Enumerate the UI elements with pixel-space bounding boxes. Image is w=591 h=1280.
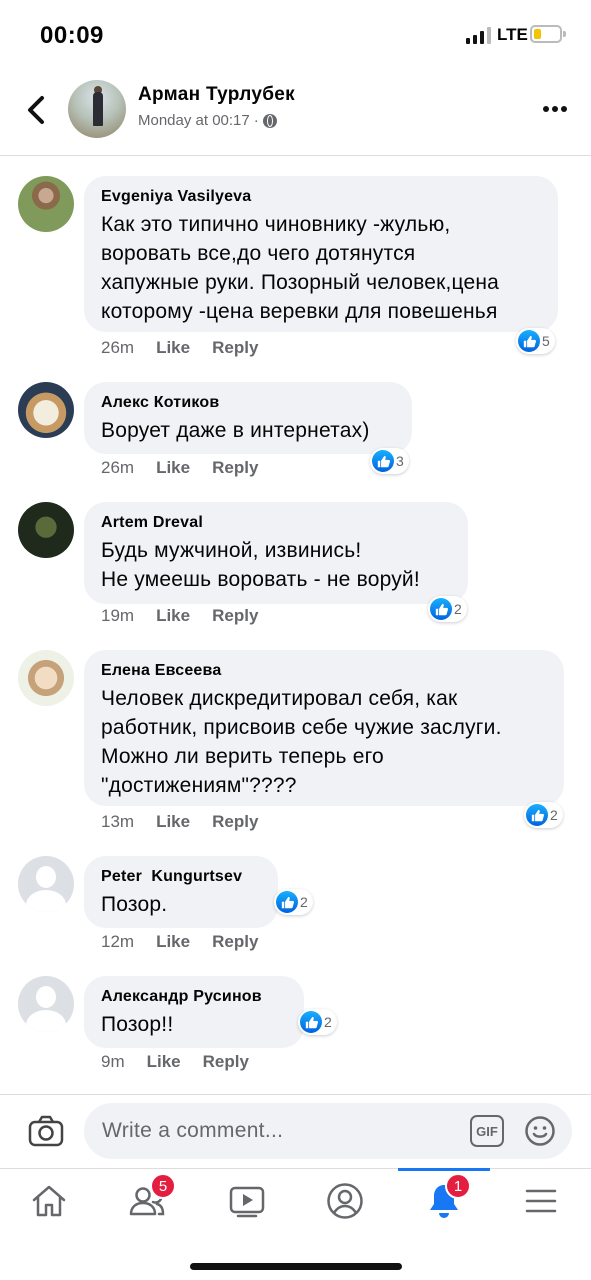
more-options-icon[interactable] <box>543 106 567 112</box>
reply-button[interactable]: Reply <box>212 812 258 832</box>
friends-badge: 5 <box>150 1173 176 1199</box>
like-reaction-icon <box>276 891 298 913</box>
commenter-avatar[interactable] <box>18 176 74 232</box>
comment-text: Позор. <box>101 893 168 916</box>
reply-button[interactable]: Reply <box>203 1052 249 1072</box>
like-button[interactable]: Like <box>147 1052 181 1072</box>
comment-actions: 9m Like Reply <box>101 1052 249 1072</box>
like-reaction-icon <box>372 450 394 472</box>
comment-author[interactable]: Artem Dreval <box>101 514 452 532</box>
emoji-icon[interactable] <box>524 1115 556 1147</box>
tab-menu[interactable] <box>516 1181 566 1221</box>
reply-button[interactable]: Reply <box>212 606 258 626</box>
comment-author[interactable]: Evgeniya Vasilyeva <box>101 188 542 206</box>
comment-input[interactable]: Write a comment... GIF <box>84 1103 572 1159</box>
comment-time[interactable]: 9m <box>101 1052 125 1072</box>
comment-composer: Write a comment... GIF <box>0 1094 591 1168</box>
comment-author[interactable]: Елена Евсеева <box>101 662 548 680</box>
post-meta: Monday at 00:17 · <box>138 112 277 129</box>
post-timestamp[interactable]: Monday at 00:17 <box>138 112 250 129</box>
comment-text: Ворует даже в интернетах) <box>101 419 370 442</box>
comment-time[interactable]: 26m <box>101 458 134 478</box>
watch-icon <box>229 1186 265 1218</box>
comment-bubble[interactable]: Artem Dreval Будь мужчиной, извинись! Не… <box>84 502 468 604</box>
menu-icon <box>525 1189 557 1213</box>
like-button[interactable]: Like <box>156 338 190 358</box>
gif-icon[interactable]: GIF <box>470 1115 504 1147</box>
comment-actions: 26m Like Reply <box>101 458 258 478</box>
notifications-badge: 1 <box>445 1173 471 1199</box>
comment-text: Позор!! <box>101 1013 174 1036</box>
reaction-count[interactable]: 2 <box>428 596 467 622</box>
profile-icon <box>327 1183 363 1219</box>
battery-icon <box>530 25 562 43</box>
meta-separator: · <box>253 112 259 129</box>
author-name[interactable]: Арман Турлубек <box>138 84 295 106</box>
comment-author[interactable]: Александр Русинов <box>101 988 288 1006</box>
commenter-avatar[interactable] <box>18 650 74 706</box>
like-reaction-icon <box>300 1011 322 1033</box>
comment-bubble[interactable]: Алекс Котиков Ворует даже в интернетах) <box>84 382 412 454</box>
comment-text: Будь мужчиной, извинись! Не умеешь воров… <box>101 539 420 591</box>
reply-button[interactable]: Reply <box>212 338 258 358</box>
signal-icon <box>466 26 491 44</box>
comment-time[interactable]: 26m <box>101 338 134 358</box>
comment-actions: 19m Like Reply <box>101 606 258 626</box>
reply-button[interactable]: Reply <box>212 458 258 478</box>
like-reaction-icon <box>430 598 452 620</box>
status-bar: 00:09 LTE <box>0 0 591 70</box>
home-indicator <box>190 1263 402 1270</box>
tab-notifications[interactable]: 1 <box>419 1173 471 1221</box>
default-avatar-icon[interactable] <box>18 856 74 912</box>
comment-bubble[interactable]: Александр Русинов Позор!! <box>84 976 304 1048</box>
reaction-count[interactable]: 2 <box>524 802 563 828</box>
network-label: LTE <box>497 25 528 44</box>
back-arrow-icon[interactable] <box>24 92 50 128</box>
comment-text: Как это типично чиновнику -жулью, ворова… <box>101 213 500 323</box>
comment-actions: 13m Like Reply <box>101 812 258 832</box>
status-time: 00:09 <box>40 22 104 49</box>
tab-watch[interactable] <box>222 1181 272 1221</box>
reaction-count[interactable]: 2 <box>298 1009 337 1035</box>
post-header: Арман Турлубек Monday at 00:17 · <box>0 70 591 156</box>
comment-actions: 12m Like Reply <box>101 932 258 952</box>
tab-profile[interactable] <box>320 1181 370 1221</box>
reaction-count[interactable]: 2 <box>274 889 313 915</box>
tab-friends[interactable]: 5 <box>122 1173 176 1221</box>
globe-icon <box>262 113 277 128</box>
default-avatar-icon[interactable] <box>18 976 74 1032</box>
commenter-avatar[interactable] <box>18 502 74 558</box>
reply-button[interactable]: Reply <box>212 932 258 952</box>
like-button[interactable]: Like <box>156 812 190 832</box>
comment-author[interactable]: Алекс Котиков <box>101 394 396 412</box>
camera-icon[interactable] <box>28 1115 64 1147</box>
commenter-avatar[interactable] <box>18 382 74 438</box>
comment-bubble[interactable]: Peter Kungurtsev Позор. <box>84 856 278 928</box>
comment-author[interactable]: Peter Kungurtsev <box>101 868 262 886</box>
comment-bubble[interactable]: Evgeniya Vasilyeva Как это типично чинов… <box>84 176 558 332</box>
battery-cap <box>563 31 566 37</box>
active-tab-indicator <box>398 1168 490 1171</box>
tab-home[interactable] <box>24 1181 74 1221</box>
like-button[interactable]: Like <box>156 458 190 478</box>
comment-time[interactable]: 12m <box>101 932 134 952</box>
like-reaction-icon <box>518 330 540 352</box>
comment-actions: 26m Like Reply <box>101 338 258 358</box>
comment-text: Человек дискредитировал себя, как работн… <box>101 687 502 797</box>
like-button[interactable]: Like <box>156 932 190 952</box>
author-avatar[interactable] <box>68 80 126 138</box>
like-reaction-icon <box>526 804 548 826</box>
reaction-count[interactable]: 3 <box>370 448 409 474</box>
comment-time[interactable]: 13m <box>101 812 134 832</box>
home-icon <box>32 1185 66 1217</box>
comment-time[interactable]: 19m <box>101 606 134 626</box>
like-button[interactable]: Like <box>156 606 190 626</box>
comment-bubble[interactable]: Елена Евсеева Человек дискредитировал се… <box>84 650 564 806</box>
comment-placeholder: Write a comment... <box>102 1119 284 1142</box>
reaction-count[interactable]: 5 <box>516 328 555 354</box>
